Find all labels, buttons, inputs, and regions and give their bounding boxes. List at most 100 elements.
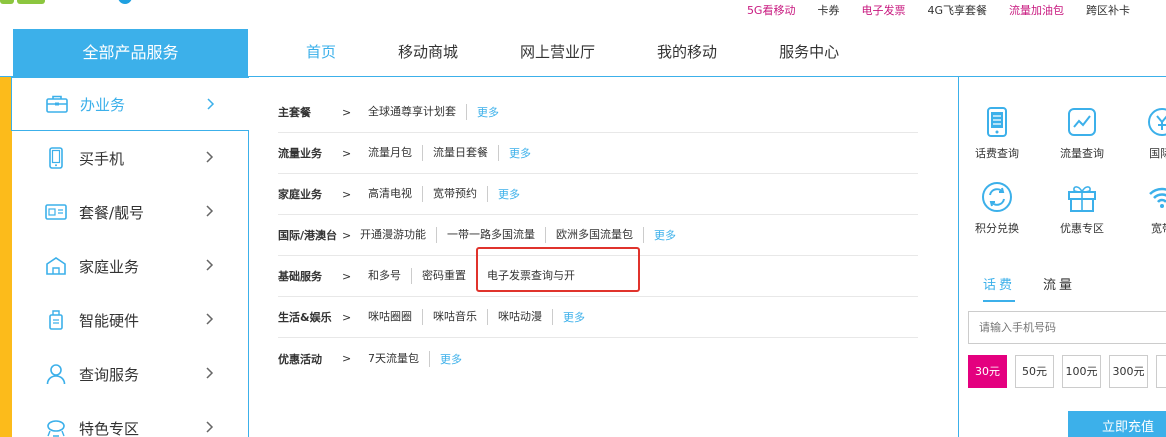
quick-broadband[interactable]: 宽带 [1126, 180, 1166, 236]
sidebar-item-query-service[interactable]: 查询服务 [12, 347, 248, 401]
menu-link[interactable]: 咪咕圈圈 [368, 309, 423, 325]
more-link[interactable]: 更多 [644, 227, 676, 243]
top-link-5g[interactable]: 5G看移动 [747, 3, 796, 19]
logo-fragment [0, 0, 132, 10]
amount-option[interactable]: 50元 [1015, 355, 1054, 388]
side-strip [0, 77, 12, 437]
traffic-chart-icon [1065, 105, 1099, 139]
quick-international[interactable]: 国际/ [1126, 105, 1166, 161]
menu-link[interactable]: 宽带预约 [423, 186, 488, 202]
sidebar-item-smart-hardware[interactable]: 智能硬件 [12, 293, 248, 347]
sidebar-item-label: 买手机 [79, 149, 125, 168]
menu-category: 基础服务 [278, 270, 322, 283]
amount-option[interactable]: 30元 [968, 355, 1007, 388]
amount-options: 30元 50元 100元 300元 其 [968, 355, 1166, 388]
sidebar-item-label: 办业务 [80, 95, 126, 114]
sidebar-item-label: 查询服务 [79, 365, 140, 384]
briefcase-icon [45, 92, 69, 116]
phone-bill-icon [980, 105, 1014, 139]
refresh-icon [980, 180, 1014, 214]
all-products-button[interactable]: 全部产品服务 [13, 29, 248, 76]
menu-link[interactable]: 一带一路多国流量 [437, 227, 546, 243]
menu-link[interactable]: 开通漫游功能 [360, 227, 437, 243]
menu-row-international: 国际/港澳台 > 开通漫游功能 一带一路多国流量 欧洲多国流量包 更多 [278, 215, 918, 256]
top-link-4g-plan[interactable]: 4G飞享套餐 [927, 3, 987, 19]
sidebar-item-label: 智能硬件 [79, 311, 140, 330]
menu-row-promo: 优惠活动 > 7天流量包 更多 [278, 338, 918, 379]
top-link-e-invoice[interactable]: 电子发票 [861, 3, 905, 19]
page: 5G看移动 卡券 电子发票 4G飞享套餐 流量加油包 跨区补卡 全部产品服务 首… [0, 0, 1166, 437]
top-link-data-pack[interactable]: 流量加油包 [1009, 3, 1064, 19]
menu-category: 生活&娱乐 [278, 311, 332, 324]
recharge-button[interactable]: 立即充值 [1068, 411, 1166, 437]
menu-category: 家庭业务 [278, 188, 322, 201]
sim-card-icon [44, 200, 68, 224]
more-link[interactable]: 更多 [488, 186, 520, 202]
special-icon [44, 416, 68, 437]
nav-online-hall[interactable]: 网上营业厅 [489, 29, 626, 76]
sidebar-item-label: 特色专区 [79, 419, 140, 437]
sidebar-item-home-business[interactable]: 家庭业务 [12, 239, 248, 293]
nav-mall[interactable]: 移动商城 [367, 29, 489, 76]
menu-separator: > [342, 310, 352, 324]
international-icon [1145, 105, 1166, 139]
tab-data[interactable]: 流量 [1043, 274, 1075, 302]
wifi-icon [1145, 180, 1166, 214]
user-icon [44, 362, 68, 386]
menu-link[interactable]: 流量月包 [368, 145, 423, 161]
menu-separator: > [342, 352, 352, 365]
menu-link[interactable]: 流量日套餐 [423, 145, 499, 161]
menu-row-home: 家庭业务 > 高清电视 宽带预约 更多 [278, 174, 918, 215]
quick-discount-zone[interactable]: 优惠专区 [1046, 180, 1118, 236]
amount-option[interactable]: 100元 [1062, 355, 1101, 388]
tab-bill[interactable]: 话费 [983, 274, 1016, 302]
phone-icon [44, 146, 68, 170]
menu-link[interactable]: 全球通尊享计划套 [368, 104, 467, 120]
sidebar-item-buy-phone[interactable]: 买手机 [12, 131, 248, 185]
quick-label: 国际/ [1149, 147, 1166, 160]
menu-link[interactable]: 欧洲多国流量包 [546, 227, 644, 243]
menu-link[interactable]: 高清电视 [368, 186, 423, 202]
quick-points-exchange[interactable]: 积分兑换 [961, 180, 1033, 236]
amount-option[interactable]: 300元 [1109, 355, 1148, 388]
quick-label: 积分兑换 [975, 222, 1019, 235]
menu-separator: > [342, 187, 352, 201]
menu-separator: > [342, 228, 352, 242]
quick-label: 话费查询 [975, 147, 1019, 160]
quick-label: 优惠专区 [1060, 222, 1104, 235]
chevron-right-icon [206, 367, 214, 379]
amount-option[interactable]: 其 [1156, 355, 1166, 388]
chevron-right-icon [206, 259, 214, 271]
nav-service-center[interactable]: 服务中心 [748, 29, 870, 76]
quick-bill-query[interactable]: 话费查询 [961, 105, 1033, 161]
menu-link[interactable]: 密码重置 [412, 268, 477, 284]
menu-separator: > [342, 105, 352, 119]
chevron-right-icon [206, 205, 214, 217]
menu-link-e-invoice[interactable]: 电子发票查询与开 [477, 268, 585, 284]
menu-row-basic: 基础服务 > 和多号 密码重置 电子发票查询与开 [278, 256, 918, 297]
quick-traffic-query[interactable]: 流量查询 [1046, 105, 1118, 161]
quick-label: 流量查询 [1060, 147, 1104, 160]
top-link-sim-replace[interactable]: 跨区补卡 [1086, 3, 1130, 19]
menu-link[interactable]: 和多号 [368, 268, 412, 284]
menu-category: 国际/港澳台 [278, 229, 338, 242]
nav-home[interactable]: 首页 [275, 29, 367, 76]
top-link-coupon[interactable]: 卡券 [817, 3, 839, 19]
phone-number-input[interactable] [968, 311, 1166, 344]
sidebar-item-business[interactable]: 办业务 [11, 77, 249, 131]
more-link[interactable]: 更多 [430, 351, 462, 367]
menu-link[interactable]: 咪咕动漫 [488, 309, 553, 325]
menu-link[interactable]: 7天流量包 [368, 350, 430, 367]
more-link[interactable]: 更多 [553, 309, 585, 325]
category-sidebar: 办业务 买手机 套餐/靓号 家庭业务 智能硬件 查询服务 特色专区 [11, 77, 249, 437]
more-link[interactable]: 更多 [499, 145, 531, 161]
menu-link[interactable]: 咪咕音乐 [423, 309, 488, 325]
chevron-right-icon [206, 313, 214, 325]
house-icon [44, 254, 68, 278]
nav-my-mobile[interactable]: 我的移动 [626, 29, 748, 76]
more-link[interactable]: 更多 [467, 104, 499, 120]
sidebar-item-label: 套餐/靓号 [79, 203, 145, 222]
sidebar-item-special-zone[interactable]: 特色专区 [12, 401, 248, 437]
device-icon [44, 308, 68, 332]
sidebar-item-plan-number[interactable]: 套餐/靓号 [12, 185, 248, 239]
